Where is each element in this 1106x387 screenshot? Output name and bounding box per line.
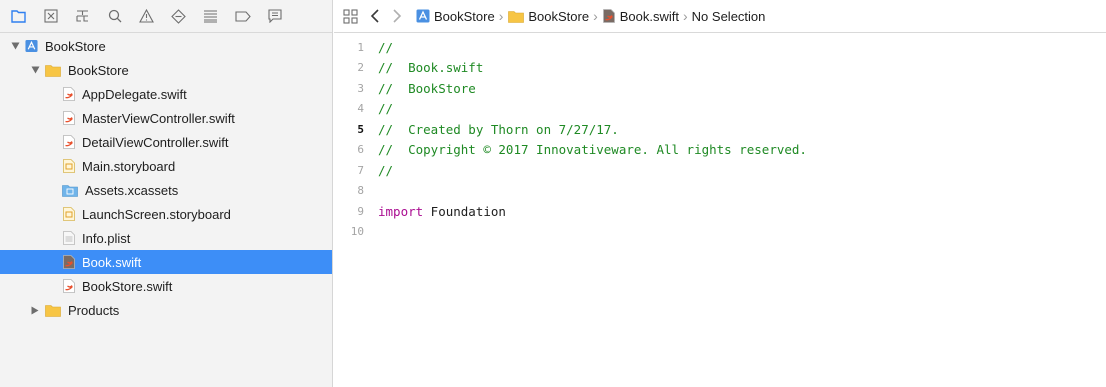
code-line[interactable]: 3 // BookStore [334, 78, 476, 98]
code-comment: // BookStore [378, 80, 476, 96]
storyboard-file-icon [62, 207, 75, 222]
code-comment: // Copyright © 2017 Innovativeware. All … [378, 142, 807, 157]
project-navigator-icon[interactable] [6, 4, 31, 28]
breadcrumb-item[interactable]: No Selection [692, 9, 766, 24]
tree-item-bookstore[interactable]: BookStore [0, 58, 332, 82]
debug-navigator-icon[interactable] [198, 4, 223, 28]
line-number: 3 [357, 81, 364, 95]
tree-item-label: Book.swift [82, 254, 142, 270]
code-line[interactable]: 7 // [334, 160, 393, 180]
code-comment: // [378, 39, 394, 55]
code-line[interactable]: 8 [334, 181, 378, 201]
code-line[interactable]: 2 // Book.swift [334, 58, 483, 78]
line-number: 4 [357, 102, 364, 115]
line-number: 1 [357, 40, 364, 54]
disclosure-collapsed-icon[interactable] [30, 305, 40, 315]
chevron-right-icon: › [683, 8, 688, 24]
disclosure-expanded-icon[interactable] [30, 65, 40, 75]
assets-file-icon [62, 183, 78, 198]
tree-item-appdelegate-swift[interactable]: AppDelegate.swift [0, 82, 332, 106]
tree-item-masterviewcontroller-swift[interactable]: MasterViewController.swift [0, 106, 332, 130]
breadcrumb-item[interactable]: BookStore [507, 9, 589, 24]
tree-item-launchscreen-storyboard[interactable]: LaunchScreen.storyboard [0, 202, 332, 226]
line-number: 7 [357, 163, 364, 177]
tree-item-label: DetailViewController.swift [82, 134, 229, 150]
tree-item-label: AppDelegate.swift [82, 86, 187, 102]
breadcrumb: BookStore › BookStore › Book.swift › No Select… [416, 8, 765, 24]
code-line[interactable]: 6 // Copyright © 2017 Innovativeware. All… [334, 140, 807, 160]
code-comment: // [378, 162, 394, 178]
tree-item-detailviewcontroller-swift[interactable]: DetailViewController.swift [0, 130, 332, 154]
tree-item-label: BookStore.swift [82, 278, 173, 294]
tree-item-label: Main.storyboard [82, 158, 176, 174]
storyboard-file-icon [62, 159, 75, 174]
tree-item-book-swift[interactable]: Book.swift [0, 250, 332, 274]
source-control-icon[interactable] [38, 4, 63, 28]
breadcrumb-label: Book.swift [619, 8, 679, 24]
tree-item-label: BookStore [45, 38, 106, 54]
breakpoint-navigator-icon[interactable] [230, 4, 255, 28]
code-comment: // [378, 101, 394, 116]
breadcrumb-label: No Selection [691, 8, 766, 24]
disclosure-expanded-icon[interactable] [10, 41, 20, 51]
breadcrumb-item[interactable]: Book.swift [602, 9, 679, 24]
line-number: 6 [357, 143, 364, 156]
code-line[interactable]: 9 import Foundation [334, 201, 506, 221]
related-items-icon[interactable] [343, 8, 358, 24]
code-token: Foundation [423, 203, 506, 219]
project-icon [416, 9, 430, 23]
tree-item-assets-xcassets[interactable]: Assets.xcassets [0, 178, 332, 202]
line-number: 9 [357, 204, 364, 218]
breadcrumb-item[interactable]: BookStore [416, 9, 495, 24]
folder-file-icon [45, 303, 61, 318]
jump-bar: BookStore › BookStore › Book.swift › No Select… [334, 0, 1106, 33]
code-comment: // Created by Thorn on 7/27/17. [378, 121, 619, 137]
test-navigator-icon[interactable] [166, 4, 191, 28]
code-comment: // Book.swift [378, 60, 484, 75]
swift-file-icon [62, 279, 75, 294]
tree-item-label: Info.plist [82, 230, 131, 246]
tree-item-main-storyboard[interactable]: Main.storyboard [0, 154, 332, 178]
breadcrumb-label: BookStore [434, 8, 495, 24]
tree-item-label: LaunchScreen.storyboard [82, 206, 231, 222]
line-number: 2 [357, 61, 364, 74]
swift-file-icon [602, 9, 616, 23]
navigator-toolbar [0, 0, 332, 33]
tree-item-label: Products [68, 302, 120, 318]
swift-file-icon [62, 255, 75, 270]
plist-file-icon [62, 231, 75, 246]
symbol-navigator-icon[interactable] [70, 4, 95, 28]
code-line[interactable]: 4 // [334, 99, 393, 119]
breadcrumb-label: BookStore [528, 8, 590, 24]
code-line[interactable]: 1 // [334, 37, 393, 57]
code-keyword: import [378, 203, 424, 219]
find-navigator-icon[interactable] [102, 4, 127, 28]
forward-arrow-icon[interactable] [392, 9, 402, 23]
folder-file-icon [45, 63, 61, 78]
code-line[interactable]: 10 [334, 222, 378, 242]
tree-item-info-plist[interactable]: Info.plist [0, 226, 332, 250]
line-number: 8 [357, 184, 364, 197]
project-file-icon [25, 39, 38, 54]
swift-file-icon [62, 87, 75, 102]
tree-item-products[interactable]: Products [0, 298, 332, 322]
tree-item-bookstore-swift[interactable]: BookStore.swift [0, 274, 332, 298]
tree-item-bookstore-project[interactable]: BookStore [0, 34, 332, 58]
swift-file-icon [62, 135, 75, 150]
code-line[interactable]: 5 // Created by Thorn on 7/27/17. [334, 119, 619, 139]
source-editor: BookStore › BookStore › Book.swift › No Select… [334, 0, 1106, 387]
tree-item-label: MasterViewController.swift [82, 110, 235, 126]
tree-item-label: BookStore [68, 62, 129, 78]
report-navigator-icon[interactable] [262, 4, 287, 28]
project-navigator: BookStore BookStore AppDelegate.swift Maste… [0, 0, 333, 387]
issue-navigator-icon[interactable] [134, 4, 159, 28]
folder-icon [507, 9, 524, 23]
tree-item-label: Assets.xcassets [85, 182, 179, 198]
back-arrow-icon[interactable] [370, 9, 380, 23]
chevron-right-icon: › [593, 8, 598, 24]
line-number: 5 [357, 122, 364, 136]
swift-file-icon [62, 111, 75, 126]
chevron-right-icon: › [498, 8, 504, 24]
line-number: 10 [350, 225, 364, 238]
